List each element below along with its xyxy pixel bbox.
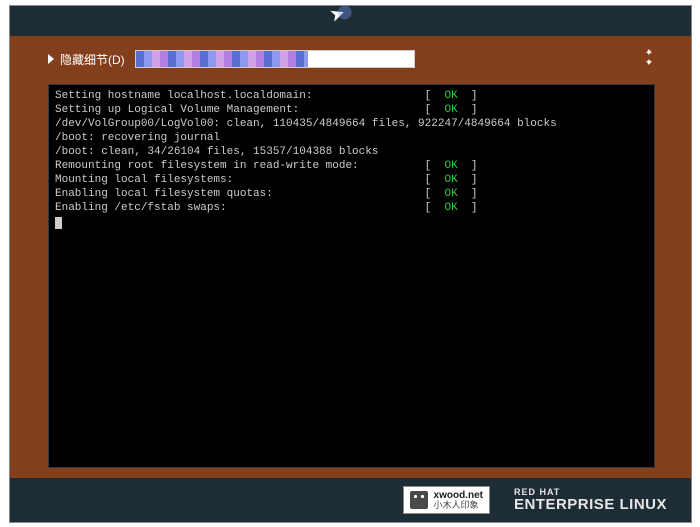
watermark-text: xwood.net 小木人印象 — [434, 491, 483, 510]
brand-line2: ENTERPRISE LINUX — [514, 497, 667, 512]
triangle-right-icon — [48, 54, 54, 64]
brand-logo: RED HAT ENTERPRISE LINUX — [514, 488, 667, 512]
terminal-cursor — [55, 217, 62, 229]
footer-bar: xwood.net 小木人印象 RED HAT ENTERPRISE LINUX — [10, 478, 691, 522]
boot-progress-bar — [135, 50, 415, 68]
boot-screen-window: ➤ 隐藏细节(D) Setting hostname localhost.loc… — [9, 5, 692, 523]
watermark-badge: xwood.net 小木人印象 — [403, 486, 490, 514]
boot-log-line: /boot: clean, 34/26104 files, 15357/1043… — [55, 145, 648, 159]
hide-details-toggle[interactable]: 隐藏细节(D) — [48, 51, 125, 68]
watermark-line1: xwood.net — [434, 491, 483, 501]
hide-details-label: 隐藏细节(D) — [60, 51, 125, 68]
details-row: 隐藏细节(D) — [48, 48, 653, 70]
boot-log-line: Enabling /etc/fstab swaps: [ OK ] — [55, 201, 648, 215]
boot-log-line: /dev/VolGroup00/LogVol00: clean, 110435/… — [55, 117, 648, 131]
boot-log-line: Setting hostname localhost.localdomain: … — [55, 89, 648, 103]
boot-log-line: /boot: recovering journal — [55, 131, 648, 145]
watermark-robot-icon — [410, 491, 428, 509]
loading-spinner-icon — [635, 48, 653, 66]
boot-log-line: Mounting local filesystems: [ OK ] — [55, 173, 648, 187]
boot-log-line: Setting up Logical Volume Management: [ … — [55, 103, 648, 117]
boot-log-line: Remounting root filesystem in read-write… — [55, 159, 648, 173]
watermark-line2: 小木人印象 — [434, 501, 483, 510]
boot-log-line: Enabling local filesystem quotas: [ OK ] — [55, 187, 648, 201]
terminal-cursor-line — [55, 215, 648, 229]
boot-progress-fill — [136, 51, 308, 67]
boot-terminal: Setting hostname localhost.localdomain: … — [48, 84, 655, 468]
